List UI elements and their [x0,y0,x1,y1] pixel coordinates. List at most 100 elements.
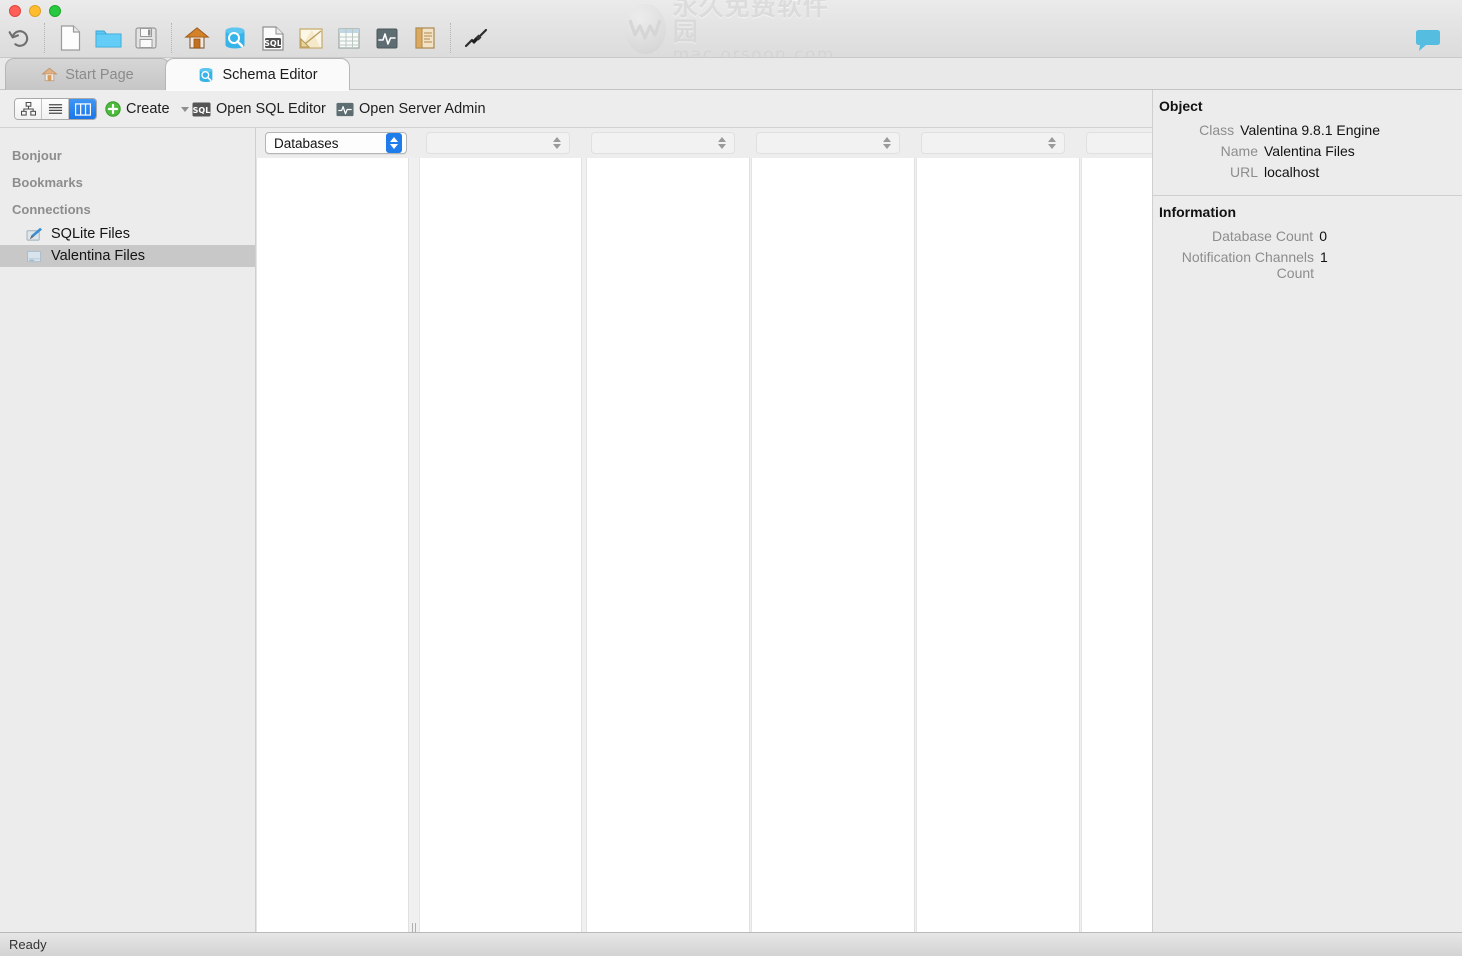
row-key: Class [1199,122,1235,138]
home-icon [41,67,58,82]
row-value: Valentina Files [1264,143,1355,159]
column-resize-grip[interactable] [408,921,420,935]
server-admin-icon [336,102,354,117]
sidebar-item-label: SQLite Files [51,226,130,242]
main-toolbar: SQL [0,18,495,58]
status-bar: Ready [0,932,1462,956]
valentina-file-icon [26,249,43,264]
app-window: SQL 永久免费软件园 mac.orsoon.com Start Page Sc… [0,0,1462,956]
inspector-row-url: URL localhost [1159,164,1452,180]
list-icon [48,103,63,115]
column-selector-bar: Databases [256,128,1196,158]
zoom-window-button[interactable] [49,5,61,17]
row-value: localhost [1264,164,1320,180]
add-circle-icon [105,101,121,117]
titlebar: SQL 永久免费软件园 mac.orsoon.com [0,0,1462,64]
stepper-icon[interactable] [714,133,730,153]
undo-icon[interactable] [0,18,38,58]
row-value: 0 [1319,228,1327,244]
inspector-row-class: Class Valentina 9.8.1 Engine [1159,122,1452,138]
sidebar-group-bookmarks[interactable]: Bookmarks [0,169,255,196]
sql-badge-icon: SQL [192,102,211,117]
chat-bubble-icon[interactable] [1414,28,1442,52]
chevron-down-icon[interactable] [180,106,189,112]
create-button[interactable]: Create [105,98,189,120]
row-key: Name [1220,143,1258,159]
stepper-icon[interactable] [549,133,565,153]
minimize-window-button[interactable] [29,5,41,17]
status-text: Ready [9,937,47,952]
watermark-logo: 永久免费软件园 mac.orsoon.com [625,0,835,64]
browser-column-3[interactable] [586,158,750,932]
row-key: Notification Channels Count [1181,249,1315,281]
tree-view-button[interactable] [15,99,42,119]
open-folder-icon[interactable] [89,18,127,58]
save-floppy-icon[interactable] [127,18,165,58]
toolbar-divider-2 [171,23,172,53]
browser-column-6[interactable] [1081,158,1152,932]
browser-column-2[interactable] [419,158,582,932]
svg-text:SQL: SQL [193,106,211,115]
close-window-button[interactable] [9,5,21,17]
browser-column-4[interactable] [751,158,915,932]
row-key: Database Count [1212,228,1314,244]
column-selector-4[interactable] [756,132,900,154]
sidebar-group-bonjour[interactable]: Bonjour [0,142,255,169]
connections-sidebar: Bonjour Bookmarks Connections SQLite Fil… [0,128,256,932]
data-editor-icon[interactable] [330,18,368,58]
sqlite-file-icon [26,227,43,242]
open-server-admin-label: Open Server Admin [359,101,486,117]
home-icon[interactable] [178,18,216,58]
inspector-object-title: Object [1159,98,1203,114]
svg-text:SQL: SQL [264,39,282,48]
list-view-button[interactable] [42,99,69,119]
column-selector-3[interactable] [591,132,735,154]
stepper-icon[interactable] [386,133,402,153]
browser-column-5[interactable] [916,158,1080,932]
toolbar-divider-3 [450,23,451,53]
report-editor-icon[interactable] [406,18,444,58]
schema-editor-icon [197,67,215,83]
sidebar-item-sqlite-files[interactable]: SQLite Files [0,223,255,245]
column-selector-2[interactable] [426,132,570,154]
inspector-row-name: Name Valentina Files [1159,143,1452,159]
inspector-object-section: Object Class Valentina 9.8.1 Engine Name… [1153,90,1462,196]
inspector-information-section: Information Database Count 0 Notificatio… [1153,196,1462,296]
diagram-icon[interactable] [292,18,330,58]
plug-icon[interactable] [457,18,495,58]
open-server-admin-button[interactable]: Open Server Admin [336,98,486,120]
stepper-icon[interactable] [1044,133,1060,153]
row-value: 1 [1320,249,1328,265]
inspector-information-title: Information [1159,204,1236,220]
schema-editor-icon[interactable] [216,18,254,58]
object-inspector: Object Class Valentina 9.8.1 Engine Name… [1152,90,1462,932]
tab-label: Start Page [65,66,134,83]
tab-bar: Start Page Schema Editor [0,58,1462,91]
browser-column-1[interactable] [256,158,409,932]
column-selector-5[interactable] [921,132,1065,154]
column-browser [256,158,1152,935]
tab-label: Schema Editor [222,66,318,83]
watermark-cn: 永久免费软件园 [672,0,829,46]
row-key: URL [1229,164,1258,180]
sql-editor-icon[interactable]: SQL [254,18,292,58]
open-sql-editor-button[interactable]: SQL Open SQL Editor [192,98,326,120]
new-document-icon[interactable] [51,18,89,58]
open-sql-editor-label: Open SQL Editor [216,101,326,117]
view-mode-segmented-control [14,98,97,120]
create-label: Create [126,101,170,117]
sidebar-group-connections[interactable]: Connections [0,196,255,223]
watermark-mark-icon [625,4,666,54]
column-selector-databases[interactable]: Databases [265,132,407,154]
column-selector-label: Databases [274,135,339,151]
column-view-button[interactable] [69,99,96,119]
stepper-icon[interactable] [879,133,895,153]
columns-icon [74,102,91,116]
tab-start-page[interactable]: Start Page [5,58,170,90]
inspector-row-notification-channels-count: Notification Channels Count 1 [1159,249,1452,281]
tab-schema-editor[interactable]: Schema Editor [165,58,350,91]
sidebar-item-valentina-files[interactable]: Valentina Files [0,245,255,267]
watermark-text: 永久免费软件园 mac.orsoon.com [673,0,835,64]
hierarchy-icon [20,102,36,116]
server-admin-icon[interactable] [368,18,406,58]
